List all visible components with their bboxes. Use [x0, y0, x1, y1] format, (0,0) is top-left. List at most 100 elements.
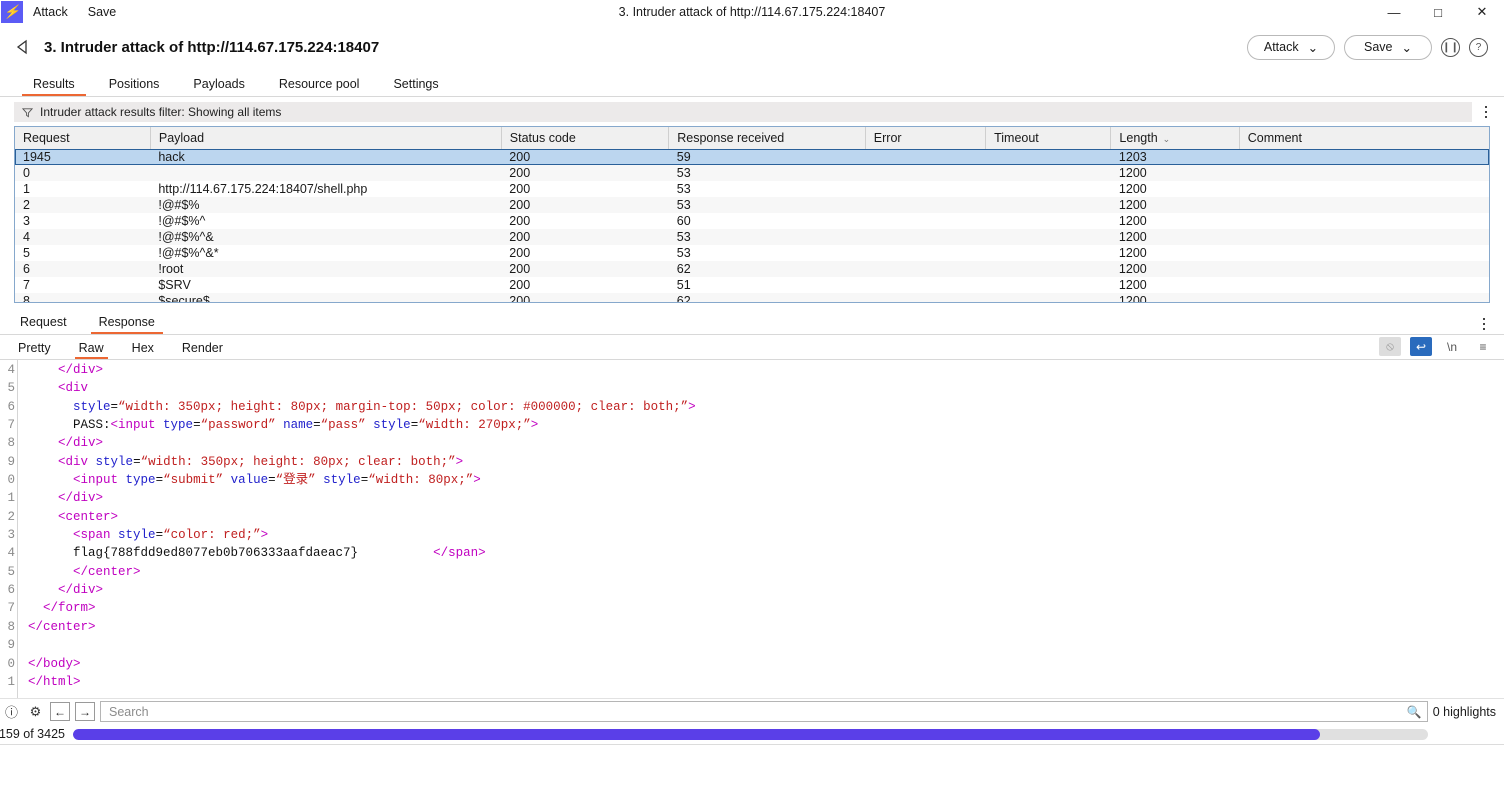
- back-arrow-icon[interactable]: [10, 34, 36, 60]
- progress-track: [73, 729, 1428, 740]
- table-row[interactable]: 0200531200: [15, 165, 1489, 181]
- attack-button[interactable]: Attack ⌄: [1247, 35, 1335, 60]
- word-wrap-icon[interactable]: ↩: [1410, 337, 1432, 356]
- cell-status: 200: [501, 261, 668, 277]
- cell-length: 1200: [1111, 181, 1239, 197]
- table-row[interactable]: 6!root200621200: [15, 261, 1489, 277]
- cell-request: 7: [15, 277, 150, 293]
- cell-status: 200: [501, 181, 668, 197]
- cell-payload: !@#$%^&: [150, 229, 501, 245]
- hide-icon[interactable]: ⦸: [1379, 337, 1401, 356]
- line-number: 3: [0, 526, 17, 544]
- cell-request: 3: [15, 213, 150, 229]
- cell-payload: http://114.67.175.224:18407/shell.php: [150, 181, 501, 197]
- filter-options-menu[interactable]: [1476, 106, 1496, 119]
- column-header-response-received[interactable]: Response received: [669, 127, 866, 149]
- tab-pretty[interactable]: Pretty: [4, 341, 65, 359]
- help-icon[interactable]: ?: [1469, 38, 1488, 57]
- response-code-content[interactable]: </div> <div style=“width: 350px; height:…: [18, 360, 1504, 698]
- table-row[interactable]: 5!@#$%^&*200531200: [15, 245, 1489, 261]
- code-line: <input type=“submit” value=“登录” style=“w…: [28, 471, 1504, 489]
- cell-comment: [1239, 149, 1489, 165]
- newline-icon[interactable]: \n: [1441, 337, 1463, 356]
- line-number: 1: [0, 673, 17, 691]
- column-header-payload[interactable]: Payload: [150, 127, 501, 149]
- line-number: 6: [0, 398, 17, 416]
- column-header-request[interactable]: Request: [15, 127, 150, 149]
- line-number: 5: [0, 379, 17, 397]
- cell-error: [865, 197, 985, 213]
- table-row[interactable]: 3!@#$%^200601200: [15, 213, 1489, 229]
- code-line: </center>: [28, 563, 1504, 581]
- save-button[interactable]: Save ⌄: [1344, 35, 1432, 60]
- cell-payload: hack: [150, 149, 501, 165]
- table-row[interactable]: 1http://114.67.175.224:18407/shell.php20…: [15, 181, 1489, 197]
- chevron-down-icon: ⌄: [1402, 40, 1412, 55]
- tab-settings[interactable]: Settings: [376, 77, 455, 96]
- line-number: 8: [0, 618, 17, 636]
- cell-request: 0: [15, 165, 150, 181]
- tab-hex[interactable]: Hex: [118, 341, 168, 359]
- tab-response[interactable]: Response: [83, 315, 171, 334]
- cell-error: [865, 181, 985, 197]
- column-header-length-label: Length: [1119, 131, 1157, 145]
- window-controls: — □ ✕: [1372, 0, 1504, 24]
- column-header-comment[interactable]: Comment: [1239, 127, 1489, 149]
- tab-resource-pool[interactable]: Resource pool: [262, 77, 377, 96]
- table-row[interactable]: 1945hack200591203: [15, 149, 1489, 165]
- menu-attack[interactable]: Attack: [23, 0, 78, 24]
- help-icon[interactable]: ⓘ: [2, 702, 21, 721]
- line-number: 4: [0, 544, 17, 562]
- table-row[interactable]: 4!@#$%^&200531200: [15, 229, 1489, 245]
- minimize-button[interactable]: —: [1372, 0, 1416, 24]
- table-row[interactable]: 8$secure$200621200: [15, 293, 1489, 303]
- search-next-button[interactable]: →: [75, 702, 95, 721]
- window-title: 3. Intruder attack of http://114.67.175.…: [0, 5, 1504, 19]
- tab-render[interactable]: Render: [168, 341, 237, 359]
- tab-payloads[interactable]: Payloads: [176, 77, 261, 96]
- column-header-error[interactable]: Error: [865, 127, 985, 149]
- response-editor[interactable]: 456789012345678901 </div> <div style=“wi…: [0, 360, 1504, 698]
- cell-request: 6: [15, 261, 150, 277]
- menu-save[interactable]: Save: [78, 0, 127, 24]
- column-header-status-code[interactable]: Status code: [501, 127, 668, 149]
- cell-length: 1200: [1111, 213, 1239, 229]
- progress-label: 3159 of 3425: [0, 727, 65, 741]
- cell-timeout: [986, 229, 1111, 245]
- cell-error: [865, 261, 985, 277]
- maximize-button[interactable]: □: [1416, 0, 1460, 24]
- gear-icon[interactable]: ⚙: [26, 702, 45, 721]
- menu-icon[interactable]: ≡: [1472, 337, 1494, 356]
- tab-request[interactable]: Request: [4, 315, 83, 334]
- cell-request: 5: [15, 245, 150, 261]
- line-number: 5: [0, 563, 17, 581]
- table-row[interactable]: 7$SRV200511200: [15, 277, 1489, 293]
- search-input[interactable]: [100, 701, 1428, 722]
- pause-icon[interactable]: ❙❙: [1441, 38, 1460, 57]
- search-prev-button[interactable]: ←: [50, 702, 70, 721]
- line-number: 0: [0, 655, 17, 673]
- code-line: [28, 636, 1504, 654]
- line-number: 7: [0, 416, 17, 434]
- results-filter-bar[interactable]: Intruder attack results filter: Showing …: [14, 102, 1472, 122]
- code-line: </form>: [28, 599, 1504, 617]
- line-number: 7: [0, 599, 17, 617]
- tab-results[interactable]: Results: [16, 77, 92, 96]
- header-actions: Attack ⌄ Save ⌄ ❙❙ ?: [1247, 35, 1488, 60]
- cell-received: 53: [669, 245, 866, 261]
- code-line: </html>: [28, 673, 1504, 691]
- column-header-length[interactable]: Length⌄: [1111, 127, 1239, 149]
- tab-positions[interactable]: Positions: [92, 77, 177, 96]
- cell-status: 200: [501, 213, 668, 229]
- close-button[interactable]: ✕: [1460, 0, 1504, 24]
- code-line: <div style=“width: 350px; height: 80px; …: [28, 453, 1504, 471]
- funnel-icon: [22, 107, 33, 118]
- cell-timeout: [986, 277, 1111, 293]
- highlight-count: 0 highlights: [1433, 705, 1496, 719]
- tab-raw[interactable]: Raw: [65, 341, 118, 359]
- column-header-timeout[interactable]: Timeout: [986, 127, 1111, 149]
- cell-request: 4: [15, 229, 150, 245]
- message-options-menu[interactable]: [1474, 318, 1494, 331]
- table-row[interactable]: 2!@#$%200531200: [15, 197, 1489, 213]
- cell-timeout: [986, 261, 1111, 277]
